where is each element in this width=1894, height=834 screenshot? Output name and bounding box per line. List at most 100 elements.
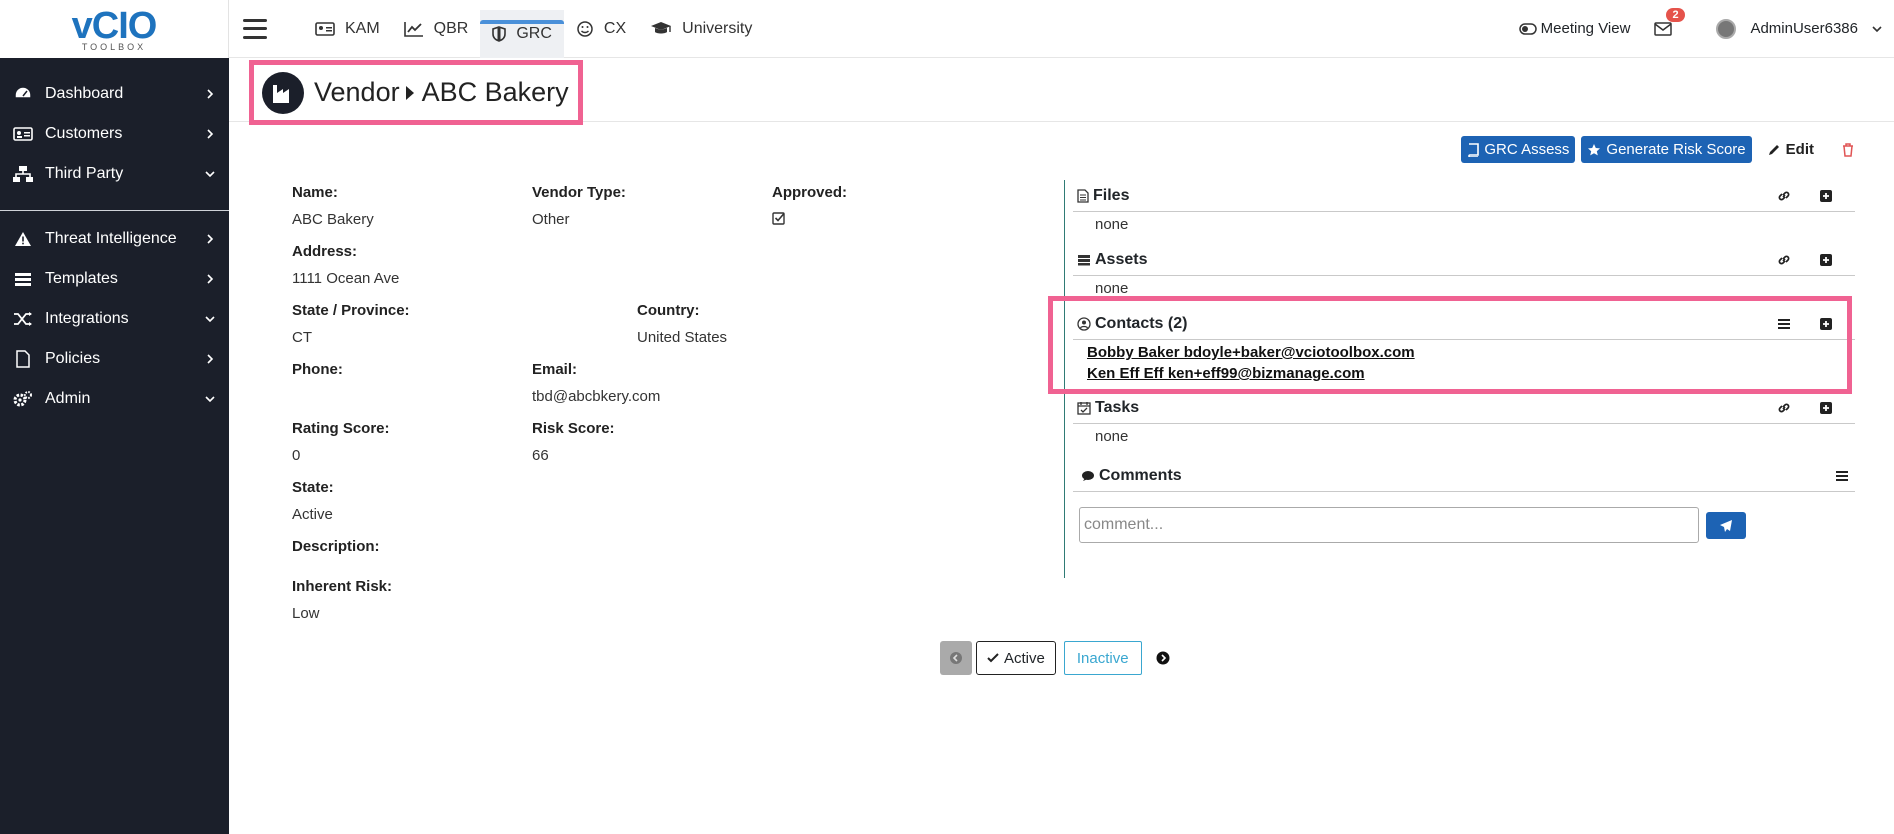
inactive-filter-button[interactable]: Inactive [1063,641,1142,675]
meeting-view-label: Meeting View [1540,20,1631,37]
industry-icon [262,71,304,114]
book-icon [1467,142,1480,157]
network-icon [12,164,34,184]
field-value: Other [532,211,570,228]
field-risk-score: Risk Score: 66 [532,420,615,464]
arrow-left-circle-icon [949,651,963,665]
sidebar-item-threat-intelligence[interactable]: Threat Intelligence [0,219,229,259]
field-label: Vendor Type: [532,184,626,201]
add-icon[interactable] [1817,189,1835,203]
logo[interactable]: vCIO TOOLBOX [0,0,229,58]
active-filter-button[interactable]: Active [976,641,1056,675]
field-value: tbd@abcbkery.com [532,388,661,405]
tab-cx[interactable]: CX [564,0,638,58]
toggle-icon [1518,22,1537,35]
add-icon[interactable] [1817,401,1835,415]
tab-label: KAM [345,19,380,37]
field-label: Description: [292,538,380,555]
field-state: State: Active [292,479,334,523]
chevron-down-icon [205,314,215,324]
link-icon[interactable] [1775,401,1793,415]
star-icon [1587,143,1601,157]
field-value: United States [637,329,728,346]
active-label: Active [1004,649,1045,667]
warning-icon [12,229,34,249]
generate-risk-score-button[interactable]: Generate Risk Score [1581,136,1752,163]
chevron-right-icon [205,354,215,364]
sidebar-item-label: Templates [45,270,118,287]
page-header: Vendor ABC Bakery [229,58,1894,125]
breadcrumb: Vendor ABC Bakery [249,60,583,125]
tab-label: QBR [433,19,469,37]
inactive-label: Inactive [1076,649,1129,667]
field-label: Rating Score: [292,420,390,437]
nav-group-main: Dashboard Customers Third Party [0,58,229,194]
breadcrumb-section[interactable]: Vendor [314,77,400,108]
field-label: Country: [637,302,700,319]
comment-input[interactable] [1079,507,1699,543]
field-label: Risk Score: [532,420,615,437]
field-label: State: [292,479,334,496]
field-label: State / Province: [292,302,410,319]
user-menu[interactable]: AdminUser6386 [1716,18,1882,39]
field-label: Email: [532,361,578,378]
field-label: Name: [292,184,338,201]
tasks-empty: none [1095,428,1129,445]
trash-icon [1842,142,1854,157]
field-value: 0 [292,447,301,464]
list-menu-icon[interactable] [1833,470,1851,482]
action-bar: GRC Assess Generate Risk Score Edit [1461,136,1854,163]
mail-button[interactable]: 2 [1654,7,1685,36]
sidebar-item-dashboard[interactable]: Dashboard [0,74,229,114]
graduation-cap-icon [650,21,672,37]
hamburger-menu-icon[interactable] [243,18,267,39]
chevron-down-icon [205,169,215,179]
grc-assess-button[interactable]: GRC Assess [1461,136,1576,163]
field-label: Phone: [292,361,343,378]
sidebar-item-admin[interactable]: Admin [0,379,229,419]
gauge-icon [12,84,34,104]
field-vendor-type: Vendor Type: Other [532,184,626,228]
meeting-view-toggle[interactable]: Meeting View [1518,20,1631,37]
sidebar-item-label: Threat Intelligence [45,230,177,247]
sidebar-item-label: Dashboard [45,85,124,102]
sidebar-item-label: Integrations [45,310,129,327]
field-value: 1111 Ocean Ave [292,270,400,287]
edit-button[interactable]: Edit [1768,141,1814,158]
sidebar-item-policies[interactable]: Policies [0,339,229,379]
nav-group-secondary: Threat Intelligence Templates Integratio… [0,219,229,419]
send-comment-button[interactable] [1706,512,1746,539]
assets-section: Assets none [1073,244,1855,297]
link-icon[interactable] [1775,253,1793,267]
section-title: Tasks [1095,398,1140,416]
sidebar-divider [0,210,229,211]
sidebar-item-third-party[interactable]: Third Party [0,154,229,194]
sidebar-item-templates[interactable]: Templates [0,259,229,299]
sidebar-item-customers[interactable]: Customers [0,114,229,154]
delete-button[interactable] [1842,142,1854,157]
sidebar-item-label: Customers [45,125,123,142]
link-icon[interactable] [1775,189,1793,203]
logo-text: vCIO [71,4,158,47]
chevron-down-icon [1872,25,1882,33]
sidebar-item-integrations[interactable]: Integrations [0,299,229,339]
add-icon[interactable] [1817,253,1835,267]
assets-empty: none [1095,280,1129,297]
id-card-icon [12,124,34,144]
sidebar-item-label: Policies [45,350,101,367]
field-inherent-risk: Inherent Risk: Low [292,578,392,622]
shield-icon [492,25,507,42]
field-name: Name: ABC Bakery [292,184,374,228]
tab-university[interactable]: University [638,0,764,58]
previous-record-button[interactable] [940,641,972,675]
tab-label: University [682,19,753,37]
page-title: ABC Bakery [421,77,569,107]
tab-grc[interactable]: GRC [480,9,564,58]
record-pager: Active Inactive [940,641,1170,675]
id-card-icon [315,21,335,37]
chevron-right-icon [205,274,215,284]
tab-qbr[interactable]: QBR [392,0,481,58]
next-record-button[interactable] [1156,651,1170,665]
field-value: ABC Bakery [292,211,374,228]
tab-kam[interactable]: KAM [303,0,392,58]
